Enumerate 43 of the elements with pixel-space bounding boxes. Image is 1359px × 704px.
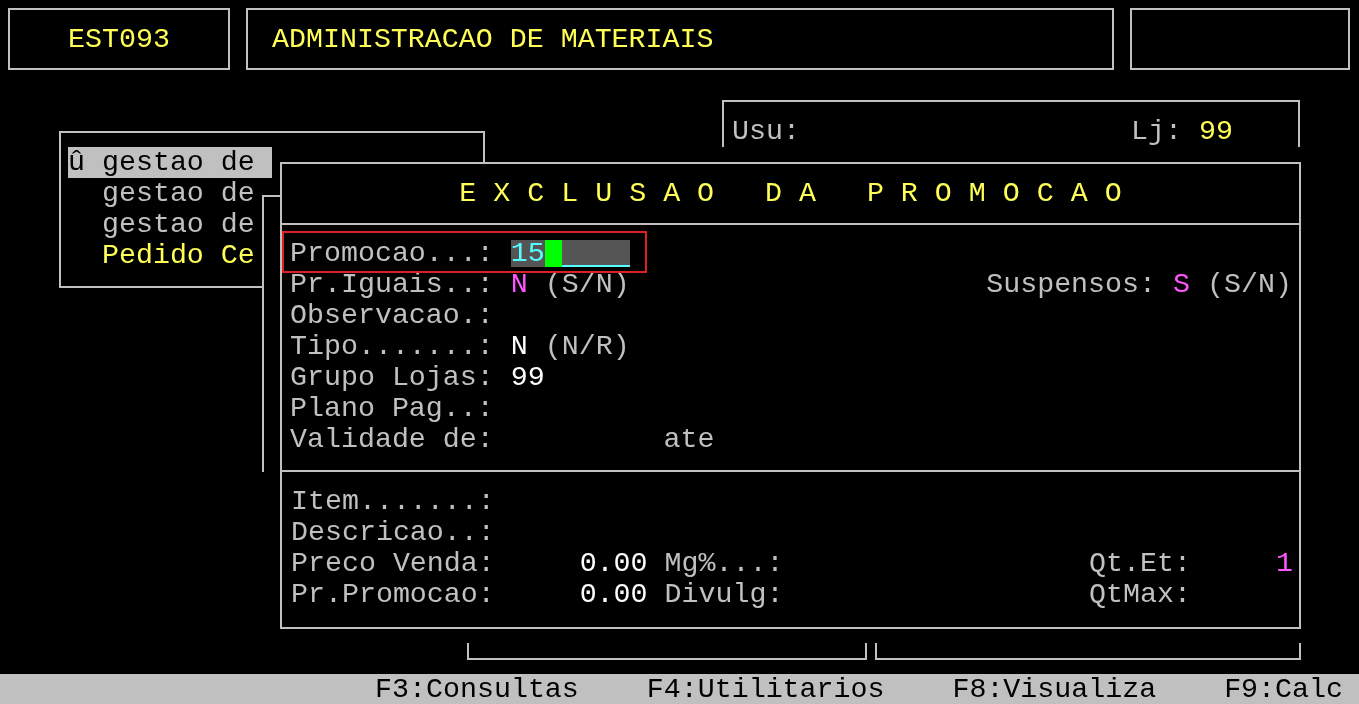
field-label: QtMax: [1089, 579, 1191, 610]
function-key[interactable]: F9:Calc [1224, 673, 1343, 704]
field-value: 1 [1275, 548, 1293, 579]
field-value: 99 [510, 362, 545, 393]
field-label: Tipo.......: [290, 331, 495, 362]
field-label: Mg%...: [664, 548, 784, 579]
function-key[interactable]: F3:Consultas [375, 673, 579, 704]
field-label: Qt.Et: [1089, 548, 1191, 579]
text-cursor [544, 240, 562, 267]
field-value: 0.00 [579, 579, 648, 610]
store-value: 99 [1199, 116, 1233, 147]
field-label: Suspensos: [986, 269, 1157, 300]
store-label: Lj: [1131, 116, 1182, 147]
field-label: Preco Venda: [291, 548, 495, 579]
field-value: 0.00 [579, 548, 648, 579]
menu-item[interactable]: û gestao de [68, 147, 272, 178]
program-code: EST093 [68, 23, 170, 55]
field-label: Item.......: [291, 486, 495, 517]
field-label: Descricao..: [291, 517, 495, 548]
user-label: Usu: [732, 116, 800, 147]
menu-item[interactable]: gestao de [68, 209, 255, 240]
options-hint: (S/N) [544, 269, 630, 300]
field-label: Observacao.: [290, 300, 495, 331]
function-key[interactable]: F8:Visualiza [952, 673, 1157, 704]
field-label: Promocao...: [290, 238, 495, 269]
field-label: Plano Pag..: [290, 393, 495, 424]
menu-item[interactable]: gestao de [68, 178, 255, 209]
options-hint: (N/R) [544, 331, 630, 362]
flag-value: N [510, 269, 528, 300]
field-label: Validade de: [290, 424, 495, 455]
field-label: Grupo Lojas: [290, 362, 495, 393]
function-key[interactable]: F4:Utilitarios [646, 673, 885, 704]
options-hint: (S/N) [1206, 269, 1292, 300]
field-label: Pr.Iguais..: [290, 269, 495, 300]
input-field[interactable]: 15 [510, 240, 630, 267]
menu-item[interactable]: Pedido Ce [68, 240, 255, 271]
app-title: ADMINISTRACAO DE MATERIAIS [272, 23, 714, 55]
field-label: Pr.Promocao: [291, 579, 495, 610]
dialog-title: E X C L U S A O D A P R O M O C A O [459, 178, 1122, 209]
flag-value: N [510, 331, 528, 362]
field-label: ate [663, 424, 715, 455]
field-label: Divulg: [664, 579, 784, 610]
flag-value: S [1173, 269, 1190, 300]
